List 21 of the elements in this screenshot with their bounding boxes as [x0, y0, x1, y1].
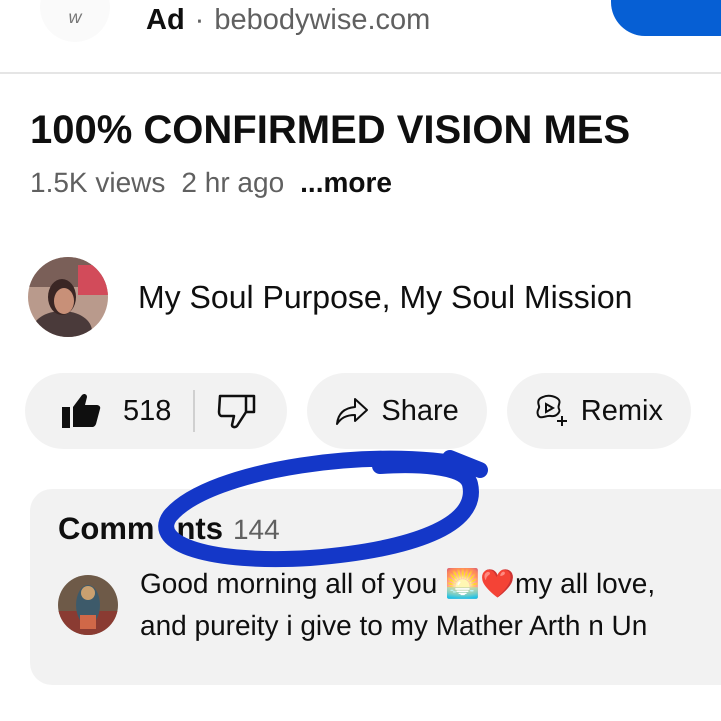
share-button[interactable]: Share: [307, 373, 487, 449]
comment-preview: Good morning all of you 🌅❤my all love, and pureity i give to my Mather Arth n Un: [140, 567, 656, 643]
ad-label: Ad: [146, 4, 185, 36]
thumbs-up-icon: [61, 393, 101, 429]
more-link[interactable]: ...more: [300, 167, 392, 199]
remix-icon: [534, 393, 569, 429]
share-arrow-icon: [335, 396, 370, 426]
advertiser-avatar[interactable]: w: [40, 0, 110, 42]
remix-button[interactable]: Remix: [506, 373, 691, 449]
comment-count: 144: [232, 514, 280, 546]
comments-card[interactable]: Comm nts 144 Good morning all of you 🌅❤my all love, and pureity i give to my Mather Arth n Un: [30, 489, 721, 685]
like-button[interactable]: 518: [47, 381, 186, 441]
separator-dot: ·: [194, 4, 204, 36]
video-title: 100% CONFIRMED VISION MES: [30, 108, 632, 153]
upload-time: 2 hr ago: [181, 167, 284, 199]
label-fragment: nts: [176, 511, 223, 547]
channel-name[interactable]: My Soul Purpose, My Soul Mission: [138, 278, 632, 316]
label-fragment: Comm: [58, 511, 154, 547]
view-count: 1.5K views: [30, 167, 166, 199]
thumbs-down-icon: [217, 392, 258, 430]
ad-domain[interactable]: bebodywise.com: [214, 4, 430, 36]
